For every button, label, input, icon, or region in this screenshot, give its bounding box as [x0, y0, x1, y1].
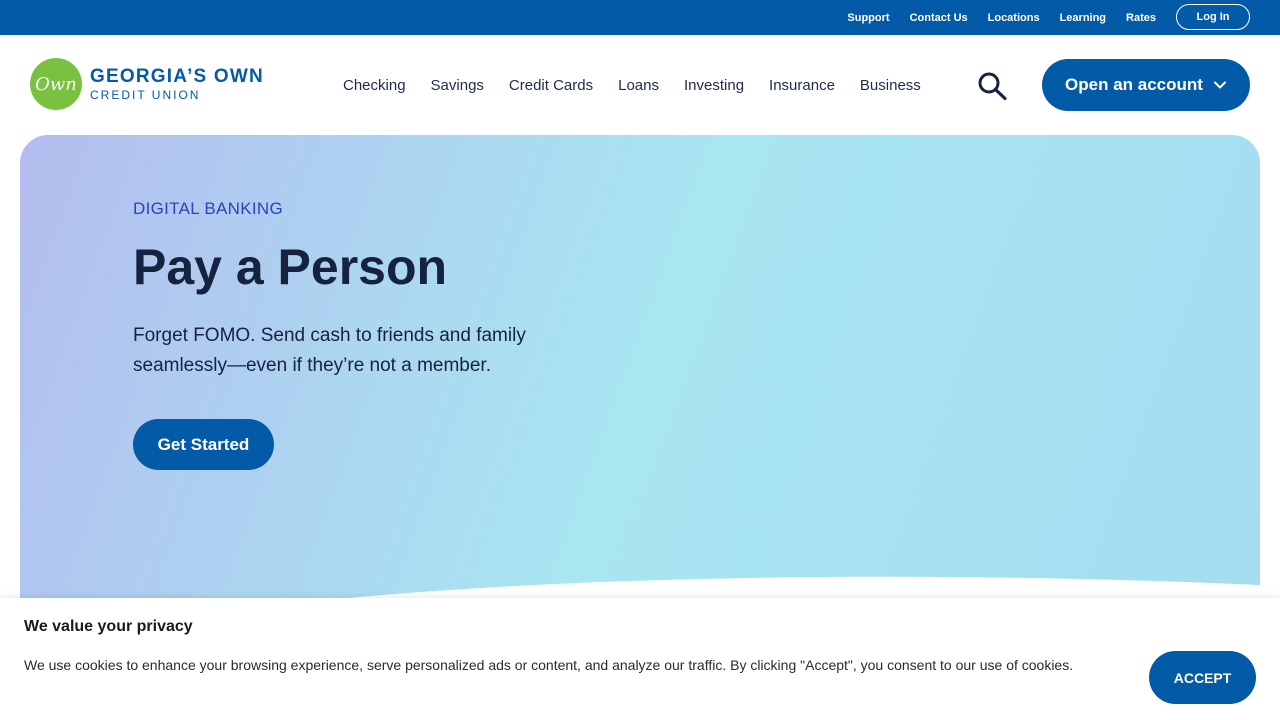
cookie-title: We value your privacy	[24, 618, 193, 635]
main-nav: Checking Savings Credit Cards Loans Inve…	[343, 35, 946, 135]
main-header: Own GEORGIA’S OWN CREDIT UNION Checking …	[0, 35, 1280, 135]
page-title: Pay a Person	[133, 239, 448, 295]
nav-item-savings[interactable]: Savings	[431, 77, 484, 94]
utility-link-learning[interactable]: Learning	[1060, 12, 1106, 24]
logo-mark-text: Own	[35, 73, 77, 95]
logo-wordmark: GEORGIA’S OWN CREDIT UNION	[90, 65, 264, 102]
logo-mark: Own	[30, 58, 82, 110]
brand-logo[interactable]: Own GEORGIA’S OWN CREDIT UNION	[30, 58, 264, 110]
accept-cookies-button[interactable]: ACCEPT	[1149, 651, 1256, 704]
utility-link-rates[interactable]: Rates	[1126, 12, 1156, 24]
hero-subtitle: Forget FOMO. Send cash to friends and fa…	[133, 325, 526, 376]
nav-item-loans[interactable]: Loans	[618, 77, 659, 94]
utility-link-support[interactable]: Support	[847, 12, 889, 24]
chevron-down-icon	[1213, 81, 1226, 89]
nav-item-business[interactable]: Business	[860, 77, 921, 94]
hero-section: DIGITAL BANKING Pay a Person Forget FOMO…	[20, 135, 1260, 605]
open-account-button[interactable]: Open an account	[1042, 59, 1250, 111]
open-account-label: Open an account	[1065, 75, 1203, 94]
cookie-banner: We value your privacy We use cookies to …	[0, 598, 1280, 720]
utility-link-locations[interactable]: Locations	[988, 12, 1040, 24]
cookie-text: We use cookies to enhance your browsing …	[24, 657, 1074, 673]
search-icon[interactable]	[976, 71, 1008, 101]
nav-item-investing[interactable]: Investing	[684, 77, 744, 94]
utility-bar: Support Contact Us Locations Learning Ra…	[0, 0, 1280, 35]
nav-item-credit-cards[interactable]: Credit Cards	[509, 77, 593, 94]
nav-item-checking[interactable]: Checking	[343, 77, 406, 94]
get-started-button[interactable]: Get Started	[133, 419, 274, 470]
logo-name-line2: CREDIT UNION	[90, 87, 201, 102]
login-button[interactable]: Log In	[1176, 4, 1250, 30]
nav-item-insurance[interactable]: Insurance	[769, 77, 835, 94]
hero-eyebrow: DIGITAL BANKING	[133, 199, 283, 218]
utility-links: Support Contact Us Locations Learning Ra…	[847, 0, 1156, 35]
utility-link-contact-us[interactable]: Contact Us	[910, 12, 968, 24]
logo-name-line1: GEORGIA’S OWN	[90, 65, 264, 87]
